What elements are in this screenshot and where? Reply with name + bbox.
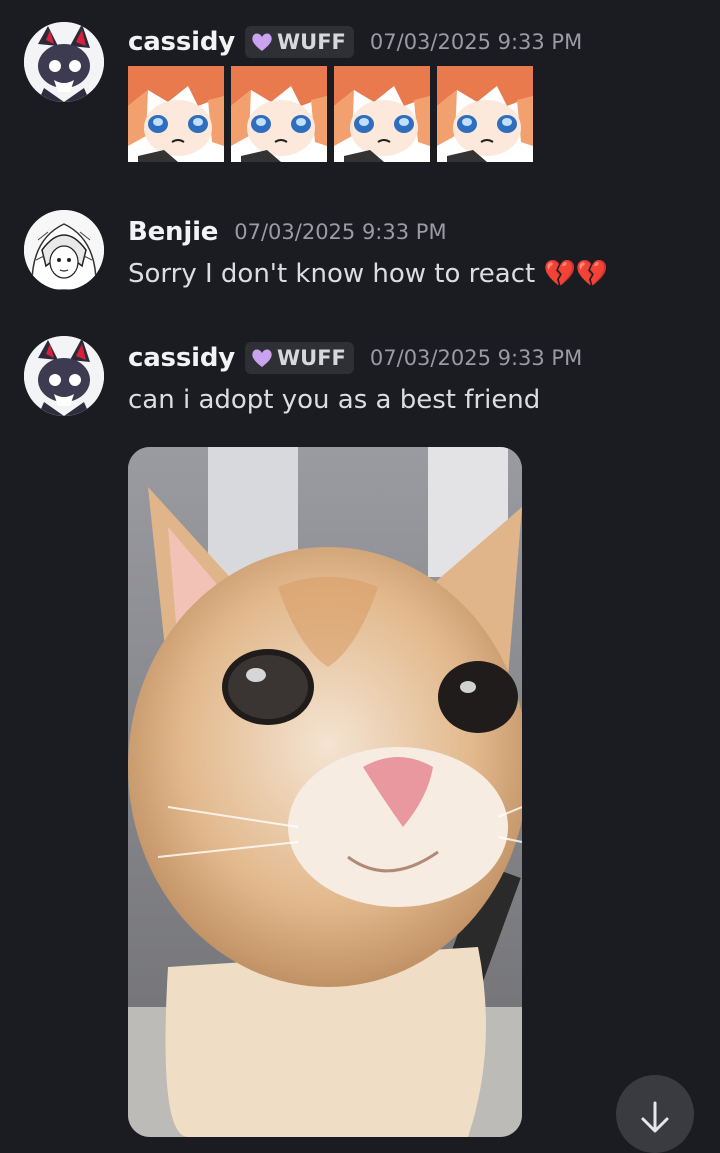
username[interactable]: cassidy	[128, 27, 235, 57]
crying-anime-girl-emote[interactable]	[334, 66, 430, 162]
avatar[interactable]	[24, 22, 104, 102]
crying-anime-girl-emote[interactable]	[437, 66, 533, 162]
heart-icon	[252, 33, 272, 51]
avatar[interactable]	[24, 336, 104, 416]
crying-anime-girl-emote[interactable]	[128, 66, 224, 162]
guild-tag[interactable]: WUFF	[244, 342, 354, 374]
timestamp: 07/03/2025 9:33 PM	[369, 30, 583, 54]
heart-icon	[252, 349, 272, 367]
arrow-down-icon	[641, 1101, 669, 1133]
timestamp: 07/03/2025 9:33 PM	[234, 220, 447, 244]
message-text: can i adopt you as a best friend	[128, 385, 541, 415]
message-text: Sorry I don't know how to react 💔💔	[128, 259, 609, 289]
guild-tag[interactable]: WUFF	[244, 26, 354, 58]
jump-to-bottom-button[interactable]	[616, 1075, 694, 1153]
guild-tag-label: WUFF	[276, 346, 346, 370]
emote-row	[128, 66, 700, 162]
crying-anime-girl-emote[interactable]	[231, 66, 327, 162]
timestamp: 07/03/2025 9:33 PM	[369, 346, 583, 370]
username[interactable]: cassidy	[128, 343, 235, 373]
username[interactable]: Benjie	[128, 217, 218, 247]
avatar[interactable]	[24, 210, 104, 290]
guild-tag-label: WUFF	[276, 30, 346, 54]
kitten-photo[interactable]	[128, 447, 522, 1137]
